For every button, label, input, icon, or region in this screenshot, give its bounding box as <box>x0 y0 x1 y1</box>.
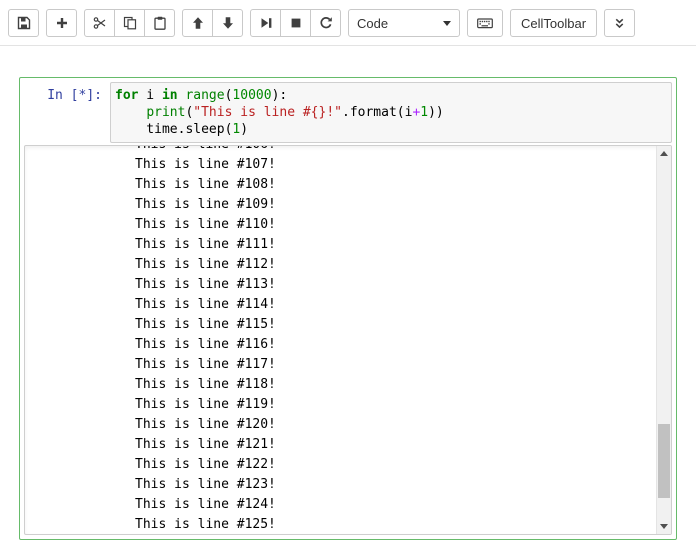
arrow-up-icon <box>191 16 205 30</box>
save-button[interactable] <box>8 9 39 37</box>
toolbar-button-group <box>250 9 341 37</box>
arrow-down-icon <box>221 16 235 30</box>
output-area[interactable]: This is line #106!This is line #107!This… <box>24 145 672 535</box>
stop-icon <box>289 16 303 30</box>
output-line: This is line #109! <box>135 195 653 215</box>
refresh-icon <box>319 16 333 30</box>
clipboard-icon <box>153 16 167 30</box>
restart-kernel-button[interactable] <box>310 9 341 37</box>
output-line: This is line #124! <box>135 495 653 515</box>
output-line: This is line #107! <box>135 155 653 175</box>
cell-input-row: In [*]: for i in range(10000): print("Th… <box>24 82 672 143</box>
scroll-up-arrow-icon <box>660 151 668 156</box>
code-cell[interactable]: In [*]: for i in range(10000): print("Th… <box>19 77 677 540</box>
output-line: This is line #121! <box>135 435 653 455</box>
cell-type-select[interactable]: Code <box>348 9 460 37</box>
double-chevron-down-icon <box>613 17 626 30</box>
toolbar-button-group <box>46 9 77 37</box>
cell-type-selected-value: Code <box>357 16 388 31</box>
more-commands-button[interactable] <box>604 9 635 37</box>
keyboard-icon <box>477 16 493 30</box>
command-palette-button[interactable] <box>467 9 503 37</box>
output-lines: This is line #106!This is line #107!This… <box>25 145 671 535</box>
scrollbar-down-button[interactable] <box>657 519 671 534</box>
code-lines: for i in range(10000): print("This is li… <box>115 87 667 138</box>
output-line: This is line #114! <box>135 295 653 315</box>
move-cell-up-button[interactable] <box>182 9 213 37</box>
code-line: print("This is line #{}!".format(i+1)) <box>115 104 667 121</box>
paste-cell-button[interactable] <box>144 9 175 37</box>
toolbar-button-group <box>8 9 39 37</box>
output-line: This is line #108! <box>135 175 653 195</box>
code-line: time.sleep(1) <box>115 121 667 138</box>
output-line: This is line #112! <box>135 255 653 275</box>
main-toolbar: Code CellToolbar <box>0 0 696 46</box>
scrollbar-track[interactable] <box>657 161 671 519</box>
cell-toolbar-button[interactable]: CellToolbar <box>510 9 597 37</box>
output-line: This is line #120! <box>135 415 653 435</box>
interrupt-kernel-button[interactable] <box>280 9 311 37</box>
output-line: This is line #106! <box>135 145 653 155</box>
plus-icon <box>55 16 69 30</box>
scissors-icon <box>93 16 107 30</box>
cut-cell-button[interactable] <box>84 9 115 37</box>
output-line: This is line #119! <box>135 395 653 415</box>
step-forward-icon <box>259 16 273 30</box>
notebook-area: In [*]: for i in range(10000): print("Th… <box>0 46 696 540</box>
copy-cell-button[interactable] <box>114 9 145 37</box>
scrollbar-up-button[interactable] <box>657 146 671 161</box>
input-prompt: In [*]: <box>24 82 110 143</box>
copy-icon <box>123 16 137 30</box>
output-scrollbar[interactable] <box>656 146 671 534</box>
toolbar-button-group <box>84 9 175 37</box>
toolbar-button-groups <box>8 9 341 37</box>
floppy-icon <box>17 16 31 30</box>
insert-cell-below-button[interactable] <box>46 9 77 37</box>
output-line: This is line #117! <box>135 355 653 375</box>
scroll-down-arrow-icon <box>660 524 668 529</box>
code-editor[interactable]: for i in range(10000): print("This is li… <box>110 82 672 143</box>
output-line: This is line #111! <box>135 235 653 255</box>
output-line: This is line #123! <box>135 475 653 495</box>
output-line: This is line #115! <box>135 315 653 335</box>
output-line: This is line #116! <box>135 335 653 355</box>
code-line: for i in range(10000): <box>115 87 667 104</box>
output-line: This is line #118! <box>135 375 653 395</box>
toolbar-button-group <box>182 9 243 37</box>
run-cell-button[interactable] <box>250 9 281 37</box>
move-cell-down-button[interactable] <box>212 9 243 37</box>
output-line: This is line #113! <box>135 275 653 295</box>
output-line: This is line #125! <box>135 515 653 535</box>
output-line: This is line #122! <box>135 455 653 475</box>
scrollbar-thumb[interactable] <box>658 424 670 498</box>
output-line: This is line #110! <box>135 215 653 235</box>
caret-down-icon <box>443 21 451 26</box>
